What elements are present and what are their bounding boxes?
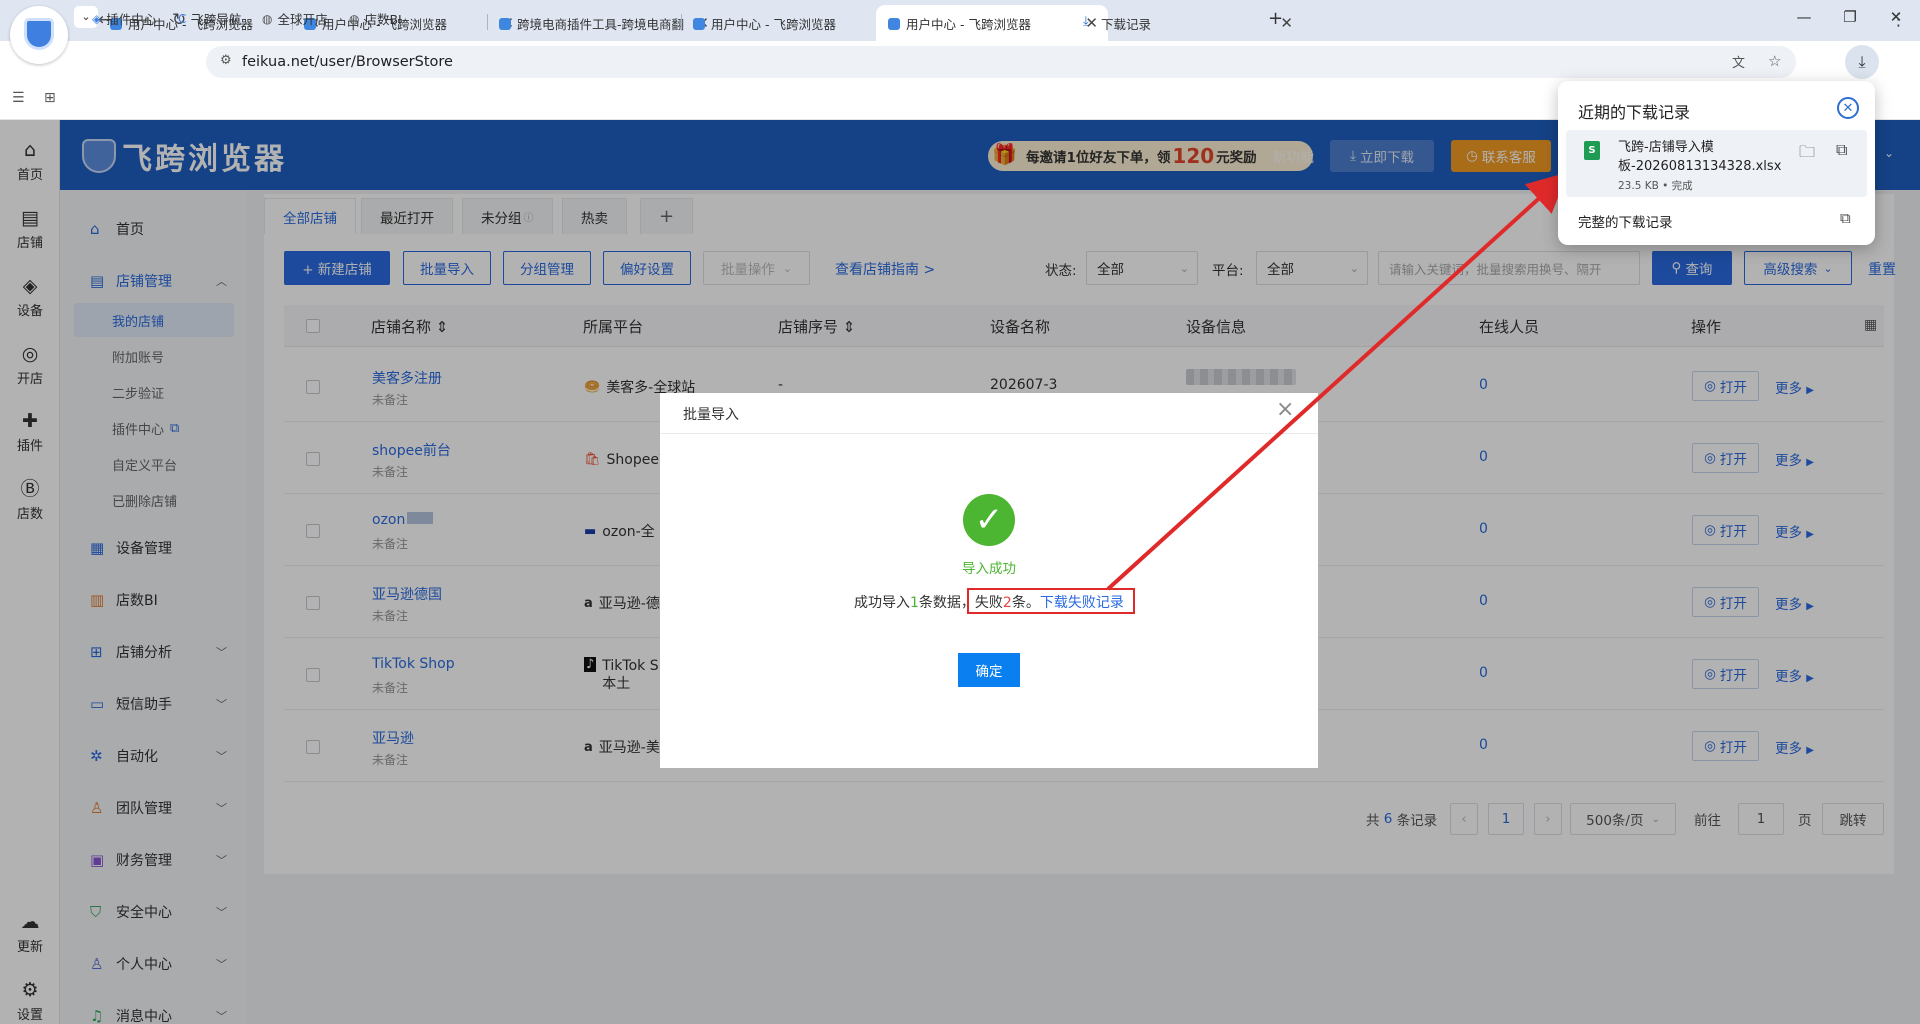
address-bar[interactable]: ⚙ feikua.net/user/BrowserStore ☆ 文 bbox=[206, 46, 1796, 78]
feikua-favicon-icon: ◈ bbox=[92, 11, 102, 26]
show-in-folder-icon[interactable]: 🗀 bbox=[1799, 141, 1815, 168]
globe-icon: ◍ bbox=[262, 11, 273, 26]
apps-grid-icon[interactable]: ⊞ bbox=[44, 90, 56, 106]
confirm-button[interactable]: 确定 bbox=[958, 653, 1020, 687]
dialog-close-icon[interactable]: × bbox=[1276, 397, 1294, 422]
feikua-shield-icon bbox=[24, 18, 54, 50]
open-external-icon[interactable]: ⧉ bbox=[1836, 140, 1847, 160]
restore-icon[interactable]: ❐ bbox=[1830, 8, 1870, 32]
downloads-title: 近期的下载记录 bbox=[1578, 103, 1691, 122]
minimize-icon[interactable]: — bbox=[1784, 8, 1824, 32]
feikua-nav-icon: C bbox=[178, 11, 187, 26]
feikua-favicon-icon bbox=[499, 18, 511, 30]
bookmark-store-bi[interactable]: ◍ 店数BI bbox=[349, 9, 402, 28]
bookmark-plugin-center[interactable]: ◈ 插件中心 bbox=[92, 9, 156, 28]
success-check-icon: ✓ bbox=[963, 494, 1015, 546]
new-tab-plus-icon[interactable]: + bbox=[1268, 8, 1283, 29]
import-success-text: 导入成功 bbox=[962, 561, 1016, 577]
translate-icon[interactable]: 文 bbox=[1732, 52, 1745, 71]
xlsx-file-icon: S bbox=[1584, 141, 1600, 160]
open-external-icon[interactable]: ⧉ bbox=[1840, 209, 1851, 227]
sidebar-toggle-icon[interactable]: ☰ bbox=[12, 90, 25, 106]
bookmark-nav[interactable]: C 飞跨导航 bbox=[178, 9, 241, 28]
menu-kebab-icon[interactable]: ⋮ bbox=[1890, 10, 1907, 30]
url-text: feikua.net/user/BrowserStore bbox=[242, 54, 453, 70]
downloads-close-icon[interactable]: ✕ bbox=[1837, 97, 1859, 119]
feikua-favicon-icon bbox=[888, 18, 900, 30]
globe-icon: ◍ bbox=[349, 11, 360, 26]
downloads-toolbar-icon[interactable]: ⤓ bbox=[1845, 45, 1879, 79]
download-file-name[interactable]: 飞跨-店铺导入模板-20260813134328.xlsx bbox=[1618, 138, 1782, 176]
download-file-meta: 23.5 KB • 完成 bbox=[1618, 180, 1693, 192]
bookmark-global-store[interactable]: ◍ 全球开店 bbox=[262, 9, 328, 28]
feikua-favicon-icon bbox=[693, 18, 705, 30]
bookmark-star-icon[interactable]: ☆ bbox=[1768, 52, 1781, 70]
download-arrow-icon: ⤓ bbox=[1083, 14, 1089, 29]
profile-avatar[interactable] bbox=[10, 6, 68, 64]
dialog-title: 批量导入 bbox=[683, 407, 739, 423]
batch-import-dialog bbox=[660, 393, 1318, 768]
full-download-history-link[interactable]: 完整的下载记录 bbox=[1578, 211, 1673, 231]
dialog-divider bbox=[660, 433, 1318, 434]
annotation-highlight-box bbox=[967, 588, 1135, 614]
site-info-icon[interactable]: ⚙ bbox=[220, 53, 232, 68]
